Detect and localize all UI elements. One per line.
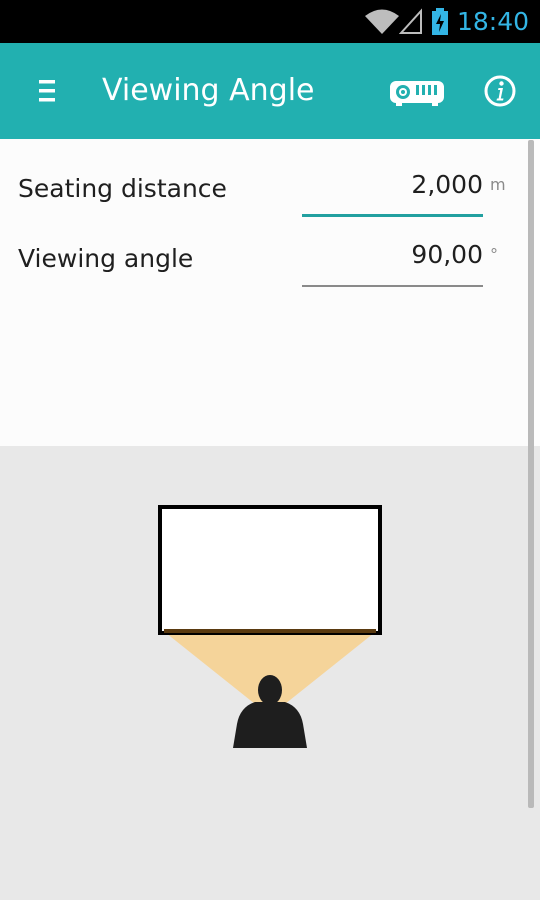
seating-distance-unit: m	[490, 175, 506, 194]
viewing-angle-unit: °	[490, 245, 498, 264]
seating-distance-underline	[302, 214, 483, 217]
menu-icon[interactable]	[30, 73, 66, 109]
wifi-icon	[365, 9, 399, 34]
action-bar: Viewing Angle	[0, 43, 540, 139]
screen-bottom-edge	[164, 629, 376, 633]
info-icon[interactable]	[482, 73, 518, 109]
seating-distance-row: Seating distance 2,000 m	[0, 161, 540, 223]
viewing-angle-field[interactable]: 90,00	[302, 231, 483, 287]
seating-distance-value[interactable]: 2,000	[411, 165, 483, 205]
page-title: Viewing Angle	[102, 73, 315, 108]
scrollbar[interactable]	[528, 140, 534, 808]
form-panel: Seating distance 2,000 m Viewing angle 9…	[0, 139, 540, 446]
seating-distance-field[interactable]: 2,000	[302, 161, 483, 217]
viewing-angle-label: Viewing angle	[18, 244, 194, 273]
status-clock: 18:40	[456, 7, 529, 36]
viewing-angle-value[interactable]: 90,00	[411, 235, 483, 275]
projector-icon[interactable]	[386, 73, 448, 109]
viewing-angle-row: Viewing angle 90,00 °	[0, 231, 540, 293]
seating-distance-label: Seating distance	[18, 174, 227, 203]
screen-icon	[158, 505, 382, 635]
viewing-angle-underline	[302, 285, 483, 287]
battery-charging-icon	[432, 8, 448, 35]
cellular-signal-icon	[399, 8, 422, 34]
viewing-illustration	[0, 446, 540, 900]
screen-viewer-diagram	[158, 505, 382, 748]
status-bar: 18:40	[0, 0, 540, 43]
